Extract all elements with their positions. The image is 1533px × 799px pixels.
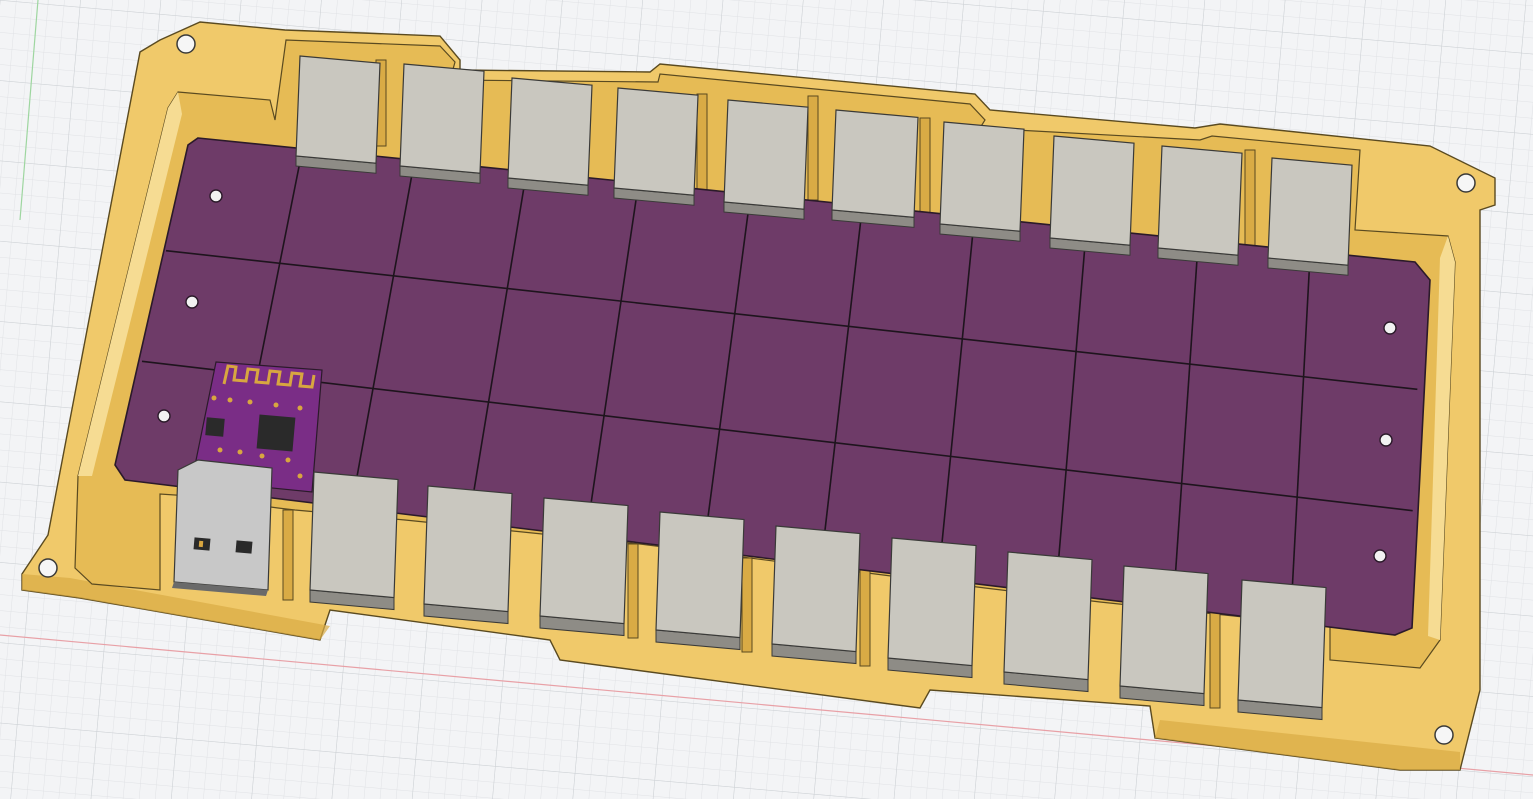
- keycap[interactable]: [423, 485, 513, 625]
- mounting-hole: [38, 558, 58, 578]
- keycap[interactable]: [309, 471, 399, 611]
- mounting-hole: [1434, 725, 1454, 745]
- keycap[interactable]: [1267, 157, 1353, 276]
- keycap[interactable]: [1119, 565, 1209, 707]
- keycap[interactable]: [887, 537, 977, 679]
- keycap[interactable]: [831, 109, 919, 228]
- mounting-hole: [176, 34, 196, 54]
- keycap[interactable]: [1003, 551, 1093, 693]
- mounting-hole: [1456, 173, 1476, 193]
- keycap[interactable]: [771, 525, 861, 665]
- keycap[interactable]: [1157, 145, 1243, 266]
- keycap[interactable]: [655, 511, 745, 651]
- keycap[interactable]: [939, 121, 1025, 242]
- pcb-hole: [1379, 433, 1393, 447]
- pcb-hole: [185, 295, 199, 309]
- keycap[interactable]: [613, 87, 699, 206]
- keycap[interactable]: [539, 497, 629, 637]
- pcb-hole: [1383, 321, 1397, 335]
- keycap[interactable]: [295, 55, 381, 174]
- keycap[interactable]: [1049, 135, 1135, 256]
- keycap[interactable]: [1237, 579, 1327, 721]
- pcb-hole: [1373, 549, 1387, 563]
- keycap[interactable]: [507, 77, 593, 196]
- pcb-hole: [209, 189, 223, 203]
- keycap[interactable]: [399, 63, 485, 184]
- small-chip: [205, 417, 225, 437]
- usb-connector[interactable]: [172, 459, 273, 596]
- cad-viewport[interactable]: [0, 0, 1533, 799]
- mcu-chip: [256, 414, 296, 452]
- pcb-hole: [157, 409, 171, 423]
- usb-pin: [235, 540, 253, 554]
- keycap[interactable]: [723, 99, 809, 220]
